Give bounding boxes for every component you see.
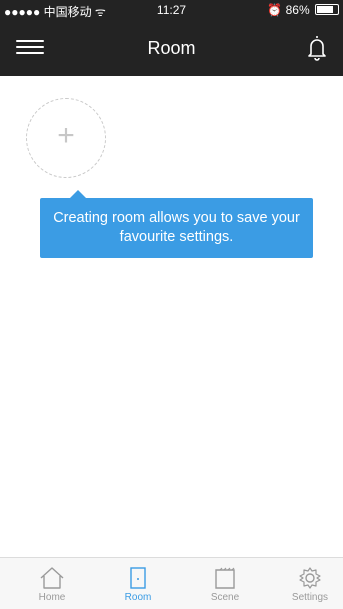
tab-scene-label: Scene — [210, 592, 240, 603]
battery-percent: 86% — [285, 3, 310, 17]
tab-room-label: Room — [124, 592, 152, 603]
page-title: Room — [147, 38, 196, 58]
alarm-icon: ⏰ — [267, 3, 283, 17]
notifications-button[interactable] — [305, 34, 329, 62]
tab-home-label: Home — [38, 592, 66, 603]
home-icon — [40, 567, 64, 589]
tab-settings[interactable]: Settings — [276, 558, 343, 609]
scene-icon — [215, 567, 235, 589]
bell-icon — [308, 36, 326, 61]
gear-icon — [299, 567, 321, 589]
create-room-tooltip: Creating room allows you to save your fa… — [40, 190, 313, 258]
top-nav-bar: Room — [0, 20, 343, 76]
add-room-button[interactable]: + — [26, 98, 106, 178]
status-bar: ●●●●● 中国移动 ᯤ 11:27 ⏰ 86% — [0, 0, 343, 20]
bottom-tab-bar: Home Room Scene Settings — [0, 557, 343, 609]
tooltip-text: Creating room allows you to save your fa… — [53, 210, 300, 245]
tab-settings-label: Settings — [291, 592, 329, 603]
battery-icon — [315, 4, 339, 15]
plus-icon: + — [57, 119, 75, 152]
tab-scene[interactable]: Scene — [191, 558, 259, 609]
battery-status: ⏰ 86% — [267, 3, 339, 17]
tab-home[interactable]: Home — [18, 558, 86, 609]
door-icon — [130, 567, 146, 589]
tab-room[interactable]: Room — [104, 558, 172, 609]
